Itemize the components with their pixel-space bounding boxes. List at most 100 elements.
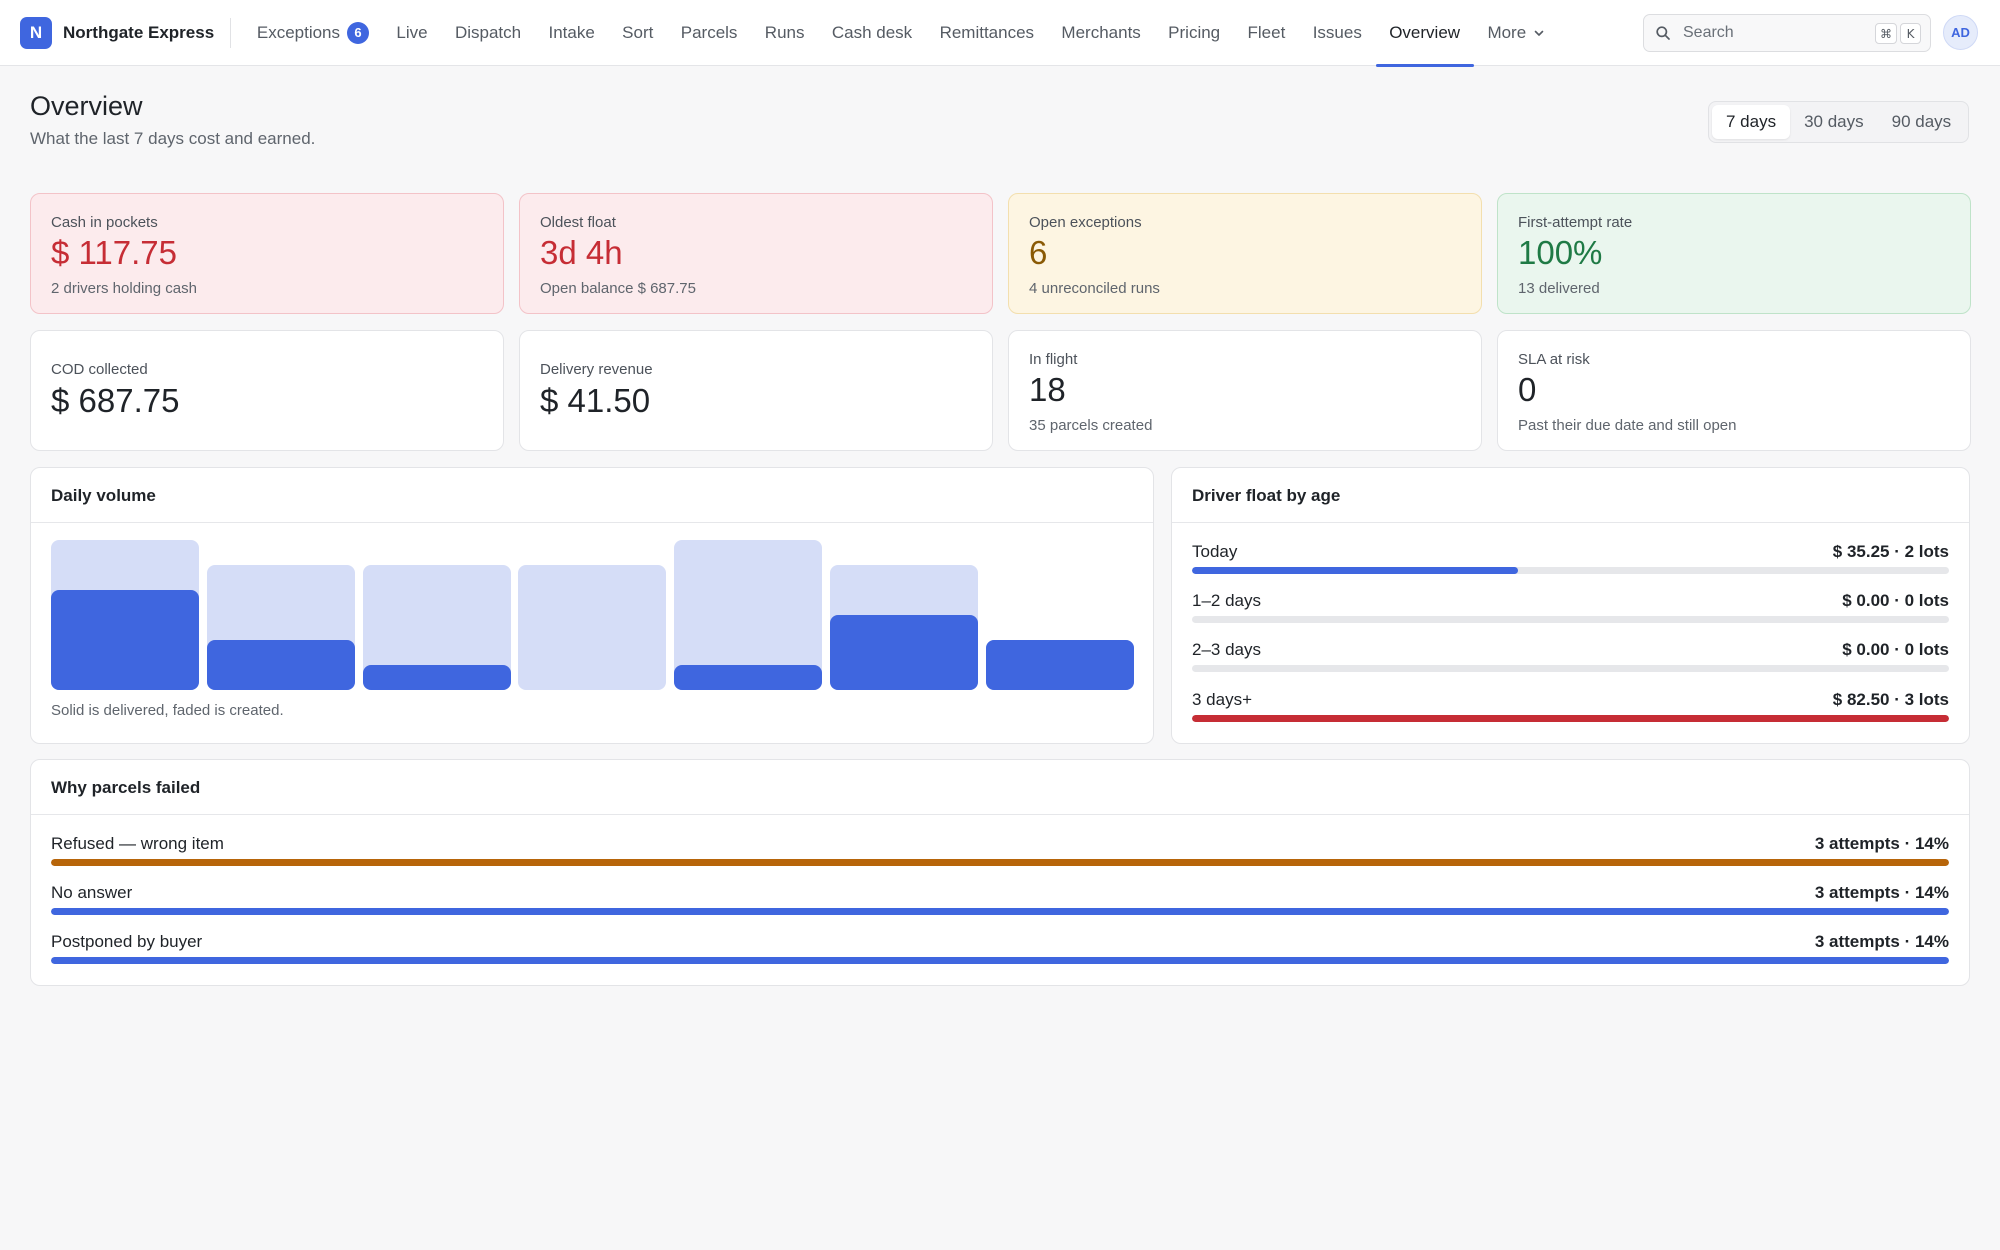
range-7-days[interactable]: 7 days bbox=[1712, 105, 1791, 139]
volume-day-bar bbox=[674, 540, 823, 690]
top-bar: N Northgate Express Exceptions 6 Live Di… bbox=[0, 0, 2000, 67]
stat-subtext: 2 drivers holding cash bbox=[51, 280, 197, 297]
nav-item-exceptions[interactable]: Exceptions 6 bbox=[243, 0, 383, 66]
nav-item-label: Parcels bbox=[680, 22, 738, 42]
stat-subtext: 35 parcels created bbox=[1029, 417, 1153, 434]
float-row-today: Today $ 35.25 · 2 lots bbox=[1192, 542, 1949, 582]
page-title: Overview bbox=[30, 91, 143, 121]
nav-item-merchants[interactable]: Merchants bbox=[1048, 0, 1155, 66]
date-range-toggle: 7 days 30 days 90 days bbox=[1708, 101, 1970, 143]
progress-fill bbox=[1192, 567, 1518, 574]
row-label: No answer bbox=[51, 883, 133, 902]
stat-card-open-exceptions[interactable]: Open exceptions 6 4 unreconciled runs bbox=[1008, 193, 1482, 314]
nav-item-label: Pricing bbox=[1168, 22, 1221, 42]
float-row-3-days-plus: 3 days+ $ 82.50 · 3 lots bbox=[1192, 690, 1949, 730]
failure-row-refused: Refused — wrong item 3 attempts · 14% bbox=[51, 834, 1949, 874]
stat-subtext: 4 unreconciled runs bbox=[1029, 280, 1160, 297]
brand[interactable]: N Northgate Express bbox=[20, 0, 214, 66]
progress-track bbox=[1192, 665, 1949, 672]
nav-item-label: Intake bbox=[548, 22, 595, 42]
progress-track bbox=[51, 957, 1949, 964]
user-avatar[interactable]: AD bbox=[1943, 15, 1978, 50]
divider bbox=[1172, 522, 1969, 523]
bar-delivered bbox=[985, 640, 1134, 690]
stat-subtext: Open balance $ 687.75 bbox=[540, 280, 696, 297]
nav-item-live[interactable]: Live bbox=[383, 0, 442, 66]
progress-fill bbox=[51, 957, 1949, 964]
nav-item-parcels[interactable]: Parcels bbox=[667, 0, 751, 66]
nav-item-sort[interactable]: Sort bbox=[608, 0, 667, 66]
progress-track bbox=[51, 908, 1949, 915]
stat-subtext: Past their due date and still open bbox=[1518, 417, 1737, 434]
failure-row-postponed: Postponed by buyer 3 attempts · 14% bbox=[51, 932, 1949, 972]
nav-item-runs[interactable]: Runs bbox=[751, 0, 818, 66]
range-90-days[interactable]: 90 days bbox=[1878, 105, 1966, 139]
stat-card-delivery-revenue[interactable]: Delivery revenue $ 41.50 bbox=[519, 330, 993, 451]
nav-item-label: Cash desk bbox=[831, 22, 913, 42]
progress-track bbox=[51, 859, 1949, 866]
row-value: $ 0.00 · 0 lots bbox=[1842, 591, 1949, 610]
stat-label: COD collected bbox=[51, 361, 148, 378]
nav-item-label: Exceptions bbox=[256, 22, 341, 42]
divider bbox=[31, 522, 1153, 523]
chart-caption: Solid is delivered, faded is created. bbox=[51, 702, 284, 719]
nav-item-remittances[interactable]: Remittances bbox=[926, 0, 1048, 66]
volume-day-bar bbox=[51, 540, 199, 690]
stat-card-cash-in-pockets[interactable]: Cash in pockets $ 117.75 2 drivers holdi… bbox=[30, 193, 504, 314]
stat-label: Cash in pockets bbox=[51, 214, 158, 231]
stat-card-first-attempt-rate[interactable]: First-attempt rate 100% 13 delivered bbox=[1497, 193, 1971, 314]
nav-item-label: Merchants bbox=[1061, 22, 1141, 42]
shortcut-key-cmd: ⌘ bbox=[1875, 23, 1897, 44]
chevron-down-icon bbox=[1534, 30, 1544, 36]
shortcut-key-k: K bbox=[1900, 23, 1921, 44]
nav-item-cash-desk[interactable]: Cash desk bbox=[818, 0, 926, 66]
bar-delivered bbox=[362, 665, 511, 690]
nav-item-fleet[interactable]: Fleet bbox=[1234, 0, 1299, 66]
stat-card-oldest-float[interactable]: Oldest float 3d 4h Open balance $ 687.75 bbox=[519, 193, 993, 314]
range-30-days[interactable]: 30 days bbox=[1790, 105, 1878, 139]
exceptions-count-badge: 6 bbox=[347, 21, 370, 44]
row-value: $ 35.25 · 2 lots bbox=[1832, 542, 1949, 561]
progress-track bbox=[1192, 715, 1949, 722]
panel-title: Daily volume bbox=[51, 486, 156, 505]
nav-item-overview[interactable]: Overview bbox=[1375, 0, 1474, 67]
nav-item-label: Runs bbox=[764, 22, 805, 42]
daily-volume-chart bbox=[51, 540, 1134, 690]
progress-fill bbox=[1192, 715, 1949, 722]
stat-label: Open exceptions bbox=[1029, 214, 1142, 231]
divider bbox=[230, 17, 232, 48]
divider bbox=[31, 814, 1969, 815]
nav-item-issues[interactable]: Issues bbox=[1299, 0, 1376, 66]
nav-item-pricing[interactable]: Pricing bbox=[1154, 0, 1233, 66]
driver-float-panel: Driver float by age Today $ 35.25 · 2 lo… bbox=[1171, 467, 1970, 744]
search-box[interactable]: ⌘ K bbox=[1643, 14, 1931, 52]
stat-value: 0 bbox=[1518, 371, 1537, 408]
search-input[interactable] bbox=[1683, 24, 1853, 42]
nav-more-label: More bbox=[1487, 22, 1527, 42]
stat-card-sla-at-risk[interactable]: SLA at risk 0 Past their due date and st… bbox=[1497, 330, 1971, 451]
stat-value: $ 41.50 bbox=[540, 382, 651, 419]
stat-value: 6 bbox=[1029, 234, 1048, 271]
bar-delivered bbox=[830, 615, 978, 690]
nav-item-label: Fleet bbox=[1247, 22, 1286, 42]
nav-item-label: Overview bbox=[1389, 22, 1461, 42]
failed-reasons-panel: Why parcels failed Refused — wrong item … bbox=[30, 759, 1970, 986]
volume-day-bar bbox=[518, 540, 667, 690]
stat-card-in-flight[interactable]: In flight 18 35 parcels created bbox=[1008, 330, 1482, 451]
bar-delivered bbox=[674, 665, 823, 690]
nav-item-label: Dispatch bbox=[454, 22, 522, 42]
nav-item-dispatch[interactable]: Dispatch bbox=[441, 0, 535, 66]
volume-day-bar bbox=[206, 540, 355, 690]
nav-item-label: Sort bbox=[622, 22, 654, 42]
stat-label: SLA at risk bbox=[1518, 351, 1590, 368]
page-subtitle: What the last 7 days cost and earned. bbox=[30, 129, 316, 148]
progress-fill bbox=[51, 908, 1949, 915]
nav-more-menu[interactable]: More bbox=[1474, 0, 1559, 66]
stat-label: In flight bbox=[1029, 351, 1078, 368]
stat-card-cod-collected[interactable]: COD collected $ 687.75 bbox=[30, 330, 504, 451]
row-value: $ 0.00 · 0 lots bbox=[1842, 640, 1949, 659]
nav-item-intake[interactable]: Intake bbox=[535, 0, 609, 66]
volume-day-bar bbox=[362, 540, 511, 690]
row-value: $ 82.50 · 3 lots bbox=[1832, 690, 1949, 709]
volume-day-bar bbox=[985, 540, 1134, 690]
